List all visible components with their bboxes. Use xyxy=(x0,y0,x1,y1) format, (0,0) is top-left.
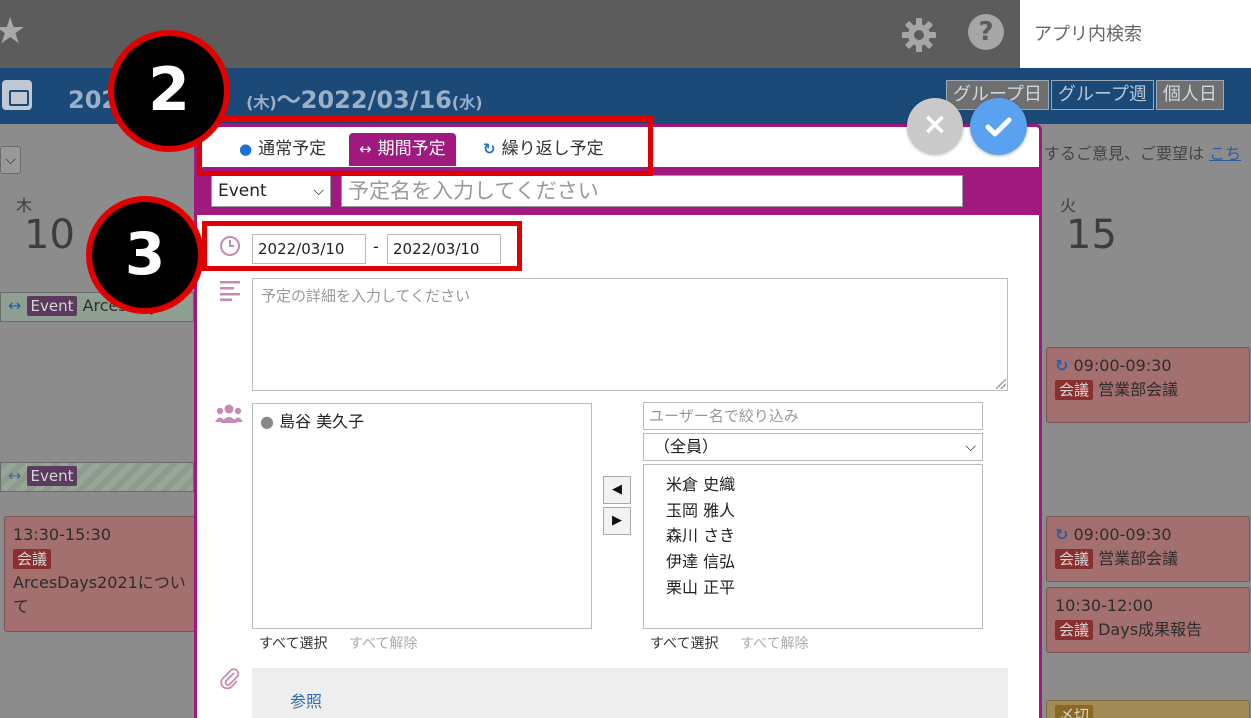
annotation-box-dates xyxy=(202,221,522,271)
list-item[interactable]: 森川 さき xyxy=(666,522,735,546)
resize-handle[interactable] xyxy=(996,379,1006,389)
remove-member-button[interactable]: ▶ xyxy=(603,507,631,535)
selected-members-list[interactable]: ● 島谷 美久子 xyxy=(252,403,592,629)
annotation-callout-2: 2 xyxy=(108,30,230,152)
annotation-box-tabs xyxy=(197,116,653,176)
calendar-icon[interactable] xyxy=(2,80,32,110)
close-button[interactable]: × xyxy=(907,98,963,154)
period-event-item[interactable]: ↔ Event xyxy=(8,466,194,486)
add-member-button[interactable]: ◀ xyxy=(603,476,631,504)
check-icon xyxy=(985,117,1012,137)
text-lines-icon xyxy=(220,281,240,301)
select-all-candidates-link[interactable]: すべて選択 xyxy=(650,633,718,653)
list-item[interactable]: 伊達 信弘 xyxy=(666,548,735,572)
list-item[interactable]: ● 島谷 美久子 xyxy=(260,408,364,432)
user-filter-input[interactable]: ユーザー名で絞り込み xyxy=(643,402,983,430)
gear-icon[interactable] xyxy=(900,16,938,54)
bidirectional-arrow-icon: ↔ xyxy=(8,296,22,315)
schedule-title-input[interactable]: 予定名を入力してください xyxy=(341,175,963,207)
annotation-callout-3: 3 xyxy=(86,196,204,314)
confirm-button[interactable] xyxy=(970,98,1027,155)
favorite-star-icon[interactable]: ★ xyxy=(0,14,26,50)
day-number-left: 10 xyxy=(24,212,75,258)
event-card[interactable]: 13:30-15:30 会議 ArcesDays2021につい て xyxy=(4,516,196,632)
chevron-down-icon[interactable]: ⌵ xyxy=(0,146,21,174)
deselect-all-members-link[interactable]: すべて解除 xyxy=(349,633,417,653)
browse-file-button[interactable]: 参照 xyxy=(290,688,322,712)
deselect-all-candidates-link[interactable]: すべて解除 xyxy=(740,633,808,653)
help-icon[interactable]: ? xyxy=(968,14,1004,50)
schedule-dialog: ● 通常予定 ↔ 期間予定 ↻ 繰り返し予定 Event ⌵ 予定名を入力してください … xyxy=(194,124,1042,718)
chevron-down-icon: ⌵ xyxy=(313,183,324,199)
feedback-link[interactable]: こち xyxy=(1209,144,1241,163)
chevron-down-icon: ⌵ xyxy=(965,439,976,455)
feedback-text: するご意見、ご要望は こち xyxy=(1044,144,1242,163)
tab-personal-day[interactable]: 個人日 xyxy=(1155,80,1224,110)
user-icon: ● xyxy=(260,412,274,431)
bidirectional-arrow-icon: ↔ xyxy=(8,466,22,485)
candidate-users-list[interactable]: 米倉 史織 玉岡 雅人 森川 さき 伊達 信弘 栗山 正平 xyxy=(643,464,983,629)
day-number-right: 15 xyxy=(1066,212,1117,258)
list-item[interactable]: 栗山 正平 xyxy=(666,574,735,598)
tab-group-week[interactable]: グループ週 xyxy=(1050,80,1154,110)
paperclip-icon xyxy=(220,668,240,689)
repeat-icon: ↻ xyxy=(1055,525,1069,544)
group-select[interactable]: （全員） ⌵ xyxy=(643,433,983,461)
event-card[interactable]: ↻ 09:00-09:30 会議 営業部会議 xyxy=(1046,347,1250,423)
event-card[interactable]: 〆切 xyxy=(1046,700,1250,718)
event-card[interactable]: 10:30-12:00 会議 Days成果報告 xyxy=(1046,587,1250,653)
event-type-select[interactable]: Event ⌵ xyxy=(211,175,331,207)
select-all-members-link[interactable]: すべて選択 xyxy=(259,633,327,653)
schedule-detail-textarea[interactable]: 予定の詳細を入力してください xyxy=(252,278,1008,391)
event-card[interactable]: ↻ 09:00-09:30 会議 営業部会議 xyxy=(1046,516,1250,582)
users-icon xyxy=(215,404,243,423)
app-search-input[interactable]: アプリ内検索 xyxy=(1020,0,1251,68)
attachment-area: 参照 xyxy=(252,668,1008,718)
list-item[interactable]: 米倉 史織 xyxy=(666,471,735,495)
list-item[interactable]: 玉岡 雅人 xyxy=(666,497,735,521)
repeat-icon: ↻ xyxy=(1055,356,1069,375)
